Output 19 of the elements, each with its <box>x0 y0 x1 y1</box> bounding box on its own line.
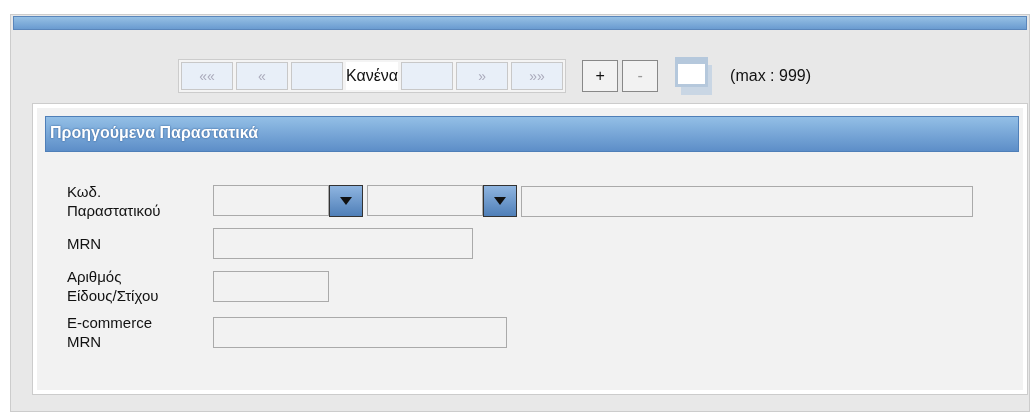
dropdown[interactable] <box>367 185 517 217</box>
caret-icon <box>340 197 352 205</box>
field-label: E-commerce MRN <box>67 313 153 351</box>
dropdown[interactable] <box>213 185 363 217</box>
caret-icon <box>494 197 506 205</box>
input-field[interactable] <box>213 316 507 348</box>
window-icon[interactable] <box>674 56 715 96</box>
field-label: MRN <box>67 234 103 253</box>
field-label: Αριθμός Είδους/Στίχου <box>67 267 160 305</box>
page-field[interactable] <box>401 62 454 90</box>
page-field[interactable] <box>291 62 343 90</box>
input-field[interactable] <box>521 185 973 217</box>
field-label: Κωδ. Παραστατικού <box>67 182 162 220</box>
max-note: (max : 999) <box>730 66 812 86</box>
input-field[interactable] <box>213 228 473 259</box>
section-title: Προηγούμενα Παραστατικά <box>45 116 1019 152</box>
pager-status: Κανένα <box>346 62 399 90</box>
add-button[interactable]: + <box>582 60 619 92</box>
input-field[interactable] <box>213 270 329 302</box>
